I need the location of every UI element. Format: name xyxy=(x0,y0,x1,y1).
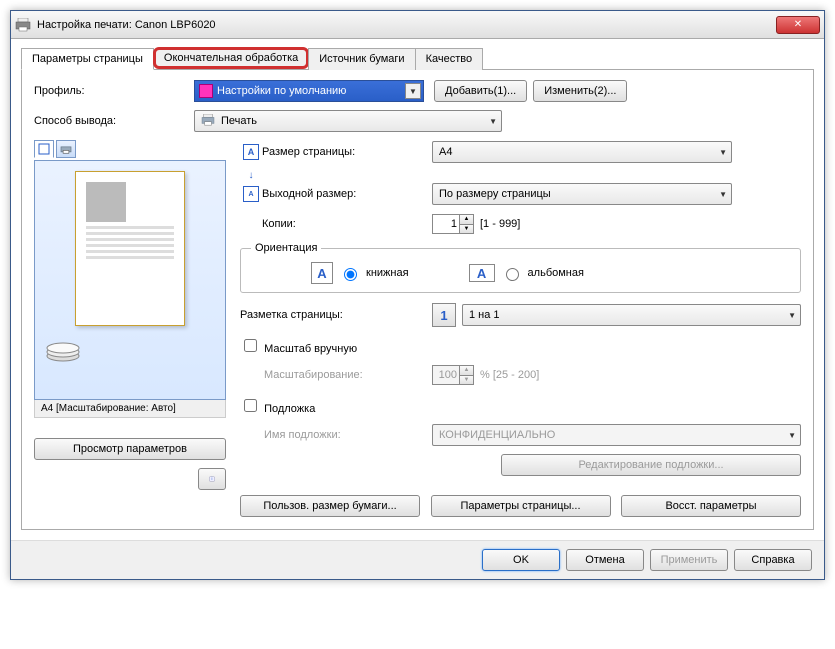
custom-paper-size-button[interactable]: Пользов. размер бумаги... xyxy=(240,495,420,517)
profile-icon xyxy=(199,84,213,98)
tab-paper-source[interactable]: Источник бумаги xyxy=(308,48,415,70)
profile-value: Настройки по умолчанию xyxy=(217,85,346,97)
preview-pane xyxy=(34,160,226,400)
window-title: Настройка печати: Canon LBP6020 xyxy=(37,19,776,31)
edit-profile-button[interactable]: Изменить(2)... xyxy=(533,80,627,102)
info-button[interactable]: i xyxy=(198,468,226,490)
output-size-select[interactable]: По размеру страницы ▼ xyxy=(432,183,732,205)
preview-tab-printer[interactable] xyxy=(56,140,76,158)
page-layout-select[interactable]: 1 на 1 ▼ xyxy=(462,304,801,326)
landscape-radio[interactable] xyxy=(506,268,519,281)
titlebar: Настройка печати: Canon LBP6020 ✕ xyxy=(11,11,824,39)
orientation-legend: Ориентация xyxy=(251,242,321,254)
orientation-group: Ориентация A книжная A альбомная xyxy=(240,242,801,293)
preview-status: A4 [Масштабирование: Авто] xyxy=(34,400,226,418)
ok-button[interactable]: OK xyxy=(482,549,560,571)
watermark-name-label: Имя подложки: xyxy=(264,429,432,441)
output-size-label: Выходной размер: xyxy=(262,188,432,200)
orientation-landscape[interactable]: A альбомная xyxy=(469,262,584,284)
view-params-button[interactable]: Просмотр параметров xyxy=(34,438,226,460)
landscape-icon: A xyxy=(469,264,495,282)
output-size-icon: A xyxy=(243,186,259,202)
add-profile-button[interactable]: Добавить(1)... xyxy=(434,80,527,102)
watermark-checkbox[interactable] xyxy=(244,399,257,412)
cancel-button[interactable]: Отмена xyxy=(566,549,644,571)
chevron-down-icon: ▼ xyxy=(788,311,796,320)
tab-page-params[interactable]: Параметры страницы xyxy=(21,48,154,70)
portrait-icon: A xyxy=(311,262,333,284)
scale-input xyxy=(433,366,459,384)
tab-quality[interactable]: Качество xyxy=(415,48,484,70)
manual-scale-check[interactable]: Масштаб вручную xyxy=(240,336,357,355)
layout-icon: 1 xyxy=(432,303,456,327)
page-thumbnail xyxy=(75,171,185,326)
spin-down[interactable]: ▼ xyxy=(459,225,473,234)
copies-spinner[interactable]: ▲▼ xyxy=(432,214,474,234)
printer-small-icon xyxy=(201,114,215,129)
spin-up[interactable]: ▲ xyxy=(459,215,473,225)
chevron-down-icon: ▼ xyxy=(405,83,421,99)
page-size-label: Размер страницы: xyxy=(262,146,432,158)
portrait-radio[interactable] xyxy=(344,268,357,281)
output-method-label: Способ вывода: xyxy=(34,115,194,127)
scale-spinner: ▲▼ xyxy=(432,365,474,385)
copies-label: Копии: xyxy=(262,218,432,230)
scale-range: % [25 - 200] xyxy=(480,369,539,381)
chevron-down-icon: ▼ xyxy=(719,190,727,199)
watermark-select: КОНФИДЕНЦИАЛЬНО ▼ xyxy=(432,424,801,446)
output-method-value: Печать xyxy=(221,115,257,127)
page-layout-label: Разметка страницы: xyxy=(240,309,432,321)
tab-finishing[interactable]: Окончательная обработка xyxy=(153,47,309,69)
apply-button: Применить xyxy=(650,549,728,571)
restore-defaults-button[interactable]: Восст. параметры xyxy=(621,495,801,517)
help-button[interactable]: Справка xyxy=(734,549,812,571)
profile-label: Профиль: xyxy=(34,85,194,97)
chevron-down-icon: ▼ xyxy=(489,117,497,126)
scale-label: Масштабирование: xyxy=(264,369,432,381)
orientation-portrait[interactable]: A книжная xyxy=(311,262,409,284)
copies-input[interactable] xyxy=(433,215,459,233)
printer-icon xyxy=(15,17,31,33)
chevron-down-icon: ▼ xyxy=(788,431,796,440)
stack-icon xyxy=(45,338,83,362)
chevron-down-icon: ▼ xyxy=(719,148,727,157)
page-size-icon: A xyxy=(243,144,259,160)
edit-watermark-button: Редактирование подложки... xyxy=(501,454,801,476)
output-method-select[interactable]: Печать ▼ xyxy=(194,110,502,132)
copies-range: [1 - 999] xyxy=(480,218,520,230)
print-settings-dialog: Настройка печати: Canon LBP6020 ✕ Параме… xyxy=(10,10,825,580)
close-button[interactable]: ✕ xyxy=(776,16,820,34)
profile-select[interactable]: Настройки по умолчанию ▼ xyxy=(194,80,424,102)
manual-scale-checkbox[interactable] xyxy=(244,339,257,352)
preview-tab-page[interactable] xyxy=(34,140,54,158)
arrow-down-icon: ↓ xyxy=(240,170,262,181)
tab-strip: Параметры страницы Окончательная обработ… xyxy=(21,47,814,70)
dialog-button-bar: OK Отмена Применить Справка xyxy=(11,540,824,579)
watermark-check[interactable]: Подложка xyxy=(240,396,315,415)
svg-text:i: i xyxy=(212,476,213,481)
page-params-button[interactable]: Параметры страницы... xyxy=(431,495,611,517)
page-size-select[interactable]: A4 ▼ xyxy=(432,141,732,163)
